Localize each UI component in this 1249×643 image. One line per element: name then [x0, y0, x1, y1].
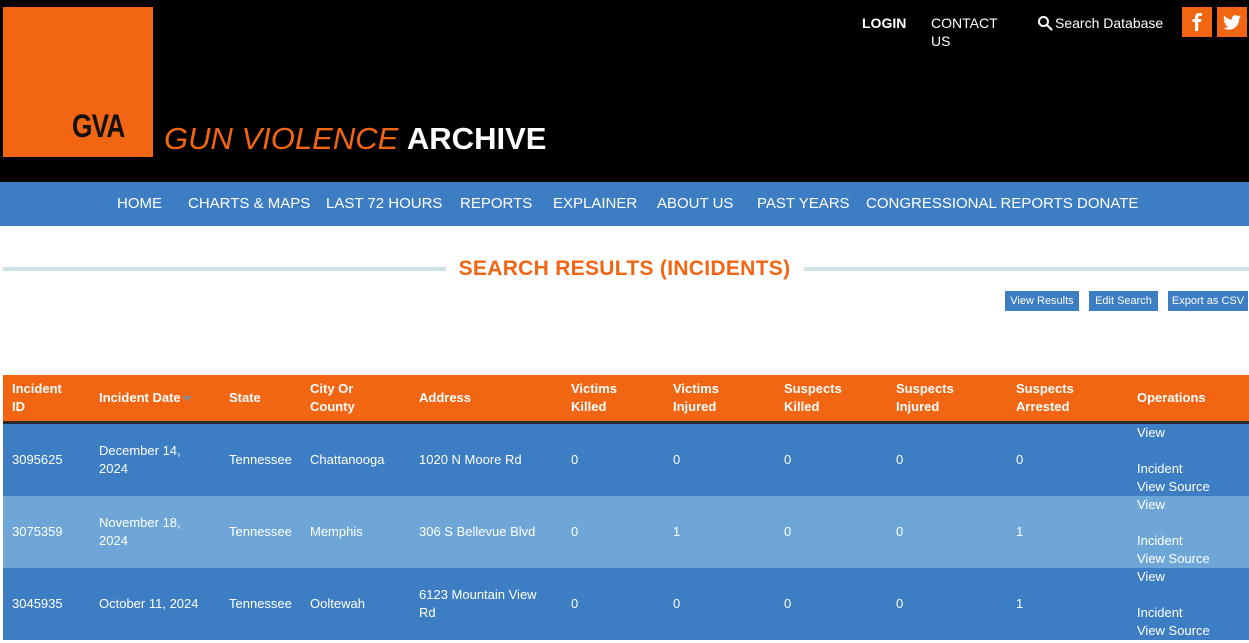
page-title-section: SEARCH RESULTS (INCIDENTS) — [0, 226, 1249, 298]
results-table: Incident ID Incident Date State City Or Co… — [3, 375, 1249, 640]
cell-city: Ooltewah — [301, 568, 410, 640]
cell-suspects-injured: 0 — [887, 568, 1007, 640]
cell-suspects-arrested: 1 — [1007, 568, 1128, 640]
cell-state: Tennessee — [220, 496, 301, 568]
table-row: 3045935 October 11, 2024 Tennessee Oolte… — [3, 568, 1249, 640]
cell-incident-date: November 18, 2024 — [90, 496, 220, 568]
nav-congressional-reports[interactable]: CONGRESSIONAL REPORTS — [866, 195, 1073, 213]
sort-desc-icon — [181, 396, 192, 402]
view-source-link[interactable]: View Source — [1137, 478, 1249, 496]
cell-victims-injured: 0 — [664, 422, 775, 496]
header-suspects-arrested[interactable]: Suspects Arrested — [1007, 375, 1128, 424]
facebook-icon — [1192, 13, 1202, 31]
cell-city: Chattanooga — [301, 422, 410, 496]
edit-search-button[interactable]: Edit Search — [1089, 291, 1158, 311]
nav-explainer[interactable]: EXPLAINER — [553, 195, 637, 213]
cell-state: Tennessee — [220, 568, 301, 640]
cell-incident-id: 3095625 — [3, 422, 90, 496]
nav-charts-maps[interactable]: CHARTS & MAPS — [188, 195, 310, 213]
site-title[interactable]: GUN VIOLENCE ARCHIVE — [164, 120, 546, 158]
view-incident-link[interactable]: View Incident — [1137, 568, 1249, 622]
table-row: 3075359 November 18, 2024 Tennessee Memph… — [3, 496, 1249, 568]
cell-victims-killed: 0 — [562, 422, 664, 496]
contact-us-link[interactable]: CONTACT US — [931, 14, 997, 50]
cell-victims-injured: 1 — [664, 496, 775, 568]
cell-operations: View Incident View Source — [1128, 568, 1249, 640]
cell-suspects-killed: 0 — [775, 496, 887, 568]
nav-home[interactable]: HOME — [117, 195, 162, 213]
header-suspects-killed[interactable]: Suspects Killed — [775, 375, 887, 424]
header-state[interactable]: State — [220, 375, 301, 424]
header-incident-date[interactable]: Incident Date — [90, 375, 220, 424]
view-source-link[interactable]: View Source — [1137, 550, 1249, 568]
view-results-button[interactable]: View Results — [1005, 291, 1079, 311]
header-operations: Operations — [1128, 375, 1249, 424]
twitter-button[interactable] — [1217, 7, 1247, 37]
cell-incident-date: October 11, 2024 — [90, 568, 220, 640]
header-suspects-injured[interactable]: Suspects Injured — [887, 375, 1007, 424]
gva-logo[interactable]: GVA — [3, 7, 153, 157]
site-title-part2: ARCHIVE — [406, 121, 547, 156]
nav-reports[interactable]: REPORTS — [460, 195, 532, 213]
cell-victims-killed: 0 — [562, 496, 664, 568]
header-incident-id[interactable]: Incident ID — [3, 375, 90, 424]
cell-incident-id: 3075359 — [3, 496, 90, 568]
header-address[interactable]: Address — [410, 375, 562, 424]
site-header: GVA GUN VIOLENCE ARCHIVE LOGIN CONTACT U… — [0, 0, 1249, 182]
nav-last-72-hours[interactable]: LAST 72 HOURS — [326, 195, 442, 213]
search-icon — [1038, 16, 1053, 31]
header-city-or-county[interactable]: City Or County — [301, 375, 410, 424]
search-database-link[interactable]: Search Database — [1037, 14, 1163, 32]
cell-city: Memphis — [301, 496, 410, 568]
cell-operations: View Incident View Source — [1128, 496, 1249, 568]
export-csv-button[interactable]: Export as CSV — [1168, 291, 1248, 311]
cell-operations: View Incident View Source — [1128, 422, 1249, 496]
cell-victims-injured: 0 — [664, 568, 775, 640]
nav-past-years[interactable]: PAST YEARS — [757, 195, 850, 213]
cell-address: 1020 N Moore Rd — [410, 422, 562, 496]
facebook-button[interactable] — [1182, 7, 1212, 37]
twitter-icon — [1223, 14, 1241, 30]
table-row: 3095625 December 14, 2024 Tennessee Chatt… — [3, 422, 1249, 496]
cell-suspects-killed: 0 — [775, 568, 887, 640]
logo-text: GVA — [72, 108, 125, 144]
header-victims-injured[interactable]: Victims Injured — [664, 375, 775, 424]
cell-address: 6123 Mountain View Rd — [410, 568, 562, 640]
cell-suspects-injured: 0 — [887, 496, 1007, 568]
nav-about-us[interactable]: ABOUT US — [657, 195, 733, 213]
view-source-link[interactable]: View Source — [1137, 622, 1249, 640]
title-divider-right — [804, 267, 1249, 271]
search-database-label: Search Database — [1055, 15, 1164, 31]
cell-state: Tennessee — [220, 422, 301, 496]
table-header-row: Incident ID Incident Date State City Or Co… — [3, 375, 1249, 424]
nav-donate[interactable]: DONATE — [1077, 195, 1138, 213]
cell-victims-killed: 0 — [562, 568, 664, 640]
cell-suspects-killed: 0 — [775, 422, 887, 496]
header-victims-killed[interactable]: Victims Killed — [562, 375, 664, 424]
cell-suspects-arrested: 0 — [1007, 422, 1128, 496]
view-incident-link[interactable]: View Incident — [1137, 424, 1249, 478]
view-incident-link[interactable]: View Incident — [1137, 496, 1249, 550]
main-nav: HOME CHARTS & MAPS LAST 72 HOURS REPORTS… — [0, 182, 1249, 226]
cell-incident-id: 3045935 — [3, 568, 90, 640]
cell-suspects-arrested: 1 — [1007, 496, 1128, 568]
login-link[interactable]: LOGIN — [862, 14, 906, 32]
cell-suspects-injured: 0 — [887, 422, 1007, 496]
cell-address: 306 S Bellevue Blvd — [410, 496, 562, 568]
site-title-part1: GUN VIOLENCE — [164, 121, 399, 156]
cell-incident-date: December 14, 2024 — [90, 422, 220, 496]
